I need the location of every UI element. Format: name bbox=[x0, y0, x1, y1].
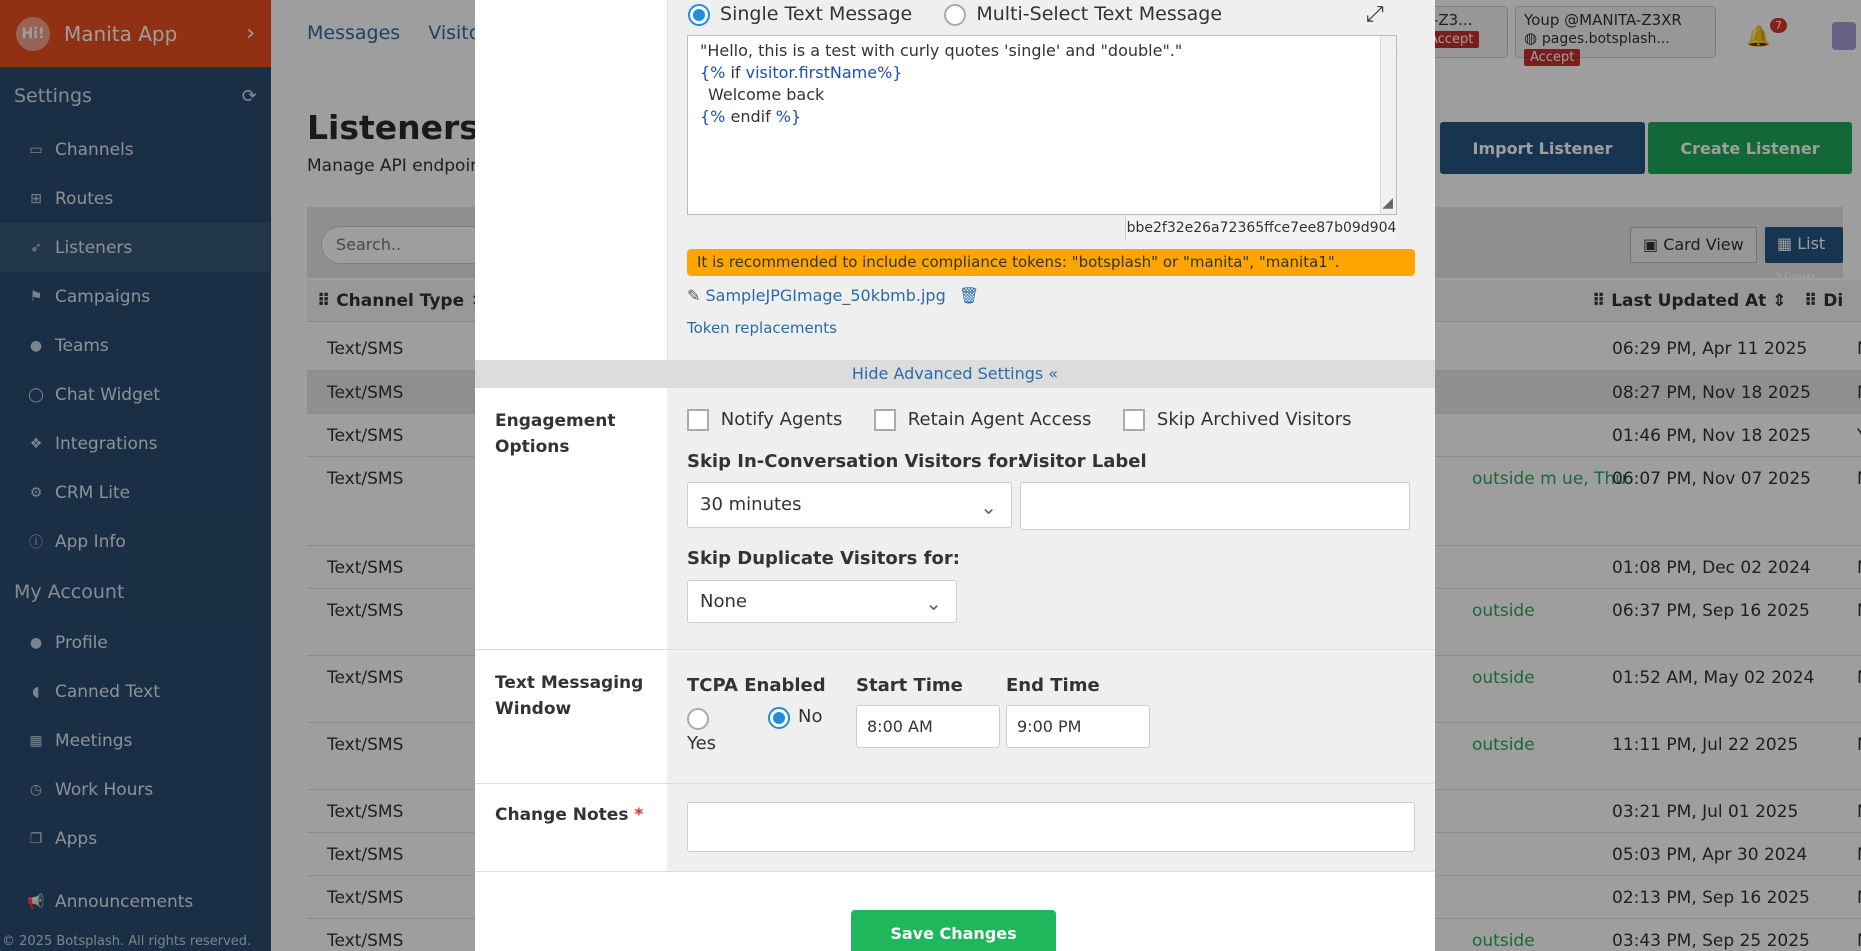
text-window-section: TCPA Enabled Yes No Start Time 8:00 AM E… bbox=[667, 650, 1435, 784]
token: visitor.firstName%} bbox=[745, 63, 903, 82]
tcpa-no-radio[interactable] bbox=[768, 707, 790, 729]
paperclip-icon: ✎ bbox=[687, 286, 701, 305]
single-text-label: Single Text Message bbox=[720, 3, 913, 25]
multi-select-label: Multi-Select Text Message bbox=[976, 3, 1223, 25]
attachment-row: ✎ SampleJPGImage_50kbmb.jpg 🗑 bbox=[687, 286, 979, 305]
tcpa-yes-label: Yes bbox=[687, 733, 717, 754]
edit-listener-modal: Single Text Message Multi-Select Text Me… bbox=[475, 0, 1435, 951]
change-notes-label: Change Notes bbox=[495, 805, 629, 825]
text-window-label: Text Messaging Window bbox=[475, 650, 667, 784]
single-text-radio[interactable] bbox=[688, 3, 710, 26]
start-time-input[interactable]: 8:00 AM bbox=[856, 705, 1000, 748]
notify-agents-label: Notify Agents bbox=[720, 409, 843, 430]
message-line: "Hello, this is a test with curly quotes… bbox=[700, 41, 1183, 60]
hide-advanced-label: Hide Advanced Settings bbox=[851, 364, 1044, 383]
visitor-label-label: Visitor Label bbox=[1019, 451, 1147, 472]
skip-archived-visitors-checkbox[interactable] bbox=[1123, 409, 1146, 431]
token: %} bbox=[775, 107, 802, 126]
skip-in-conv-select[interactable]: 30 minutes bbox=[687, 482, 1012, 529]
token: {% bbox=[700, 107, 726, 126]
attachment-link[interactable]: SampleJPGImage_50kbmb.jpg bbox=[706, 286, 946, 305]
message-textarea[interactable]: "Hello, this is a test with curly quotes… bbox=[687, 35, 1397, 215]
engagement-section: Notify Agents Retain Agent Access Skip A… bbox=[667, 388, 1435, 650]
expand-icon[interactable]: ⤢ bbox=[1366, 2, 1384, 27]
tcpa-label: TCPA Enabled bbox=[687, 675, 826, 696]
token-keyword: endif bbox=[725, 107, 776, 126]
tcpa-no-label: No bbox=[798, 706, 823, 727]
skip-dup-select[interactable]: None bbox=[687, 580, 957, 624]
message-hash: bbe2f32e26a72365ffce7ee87b09d904 bbox=[1125, 216, 1397, 240]
trash-icon[interactable]: 🗑 bbox=[959, 286, 979, 305]
retain-agent-access-checkbox[interactable] bbox=[874, 409, 897, 431]
scrollbar[interactable] bbox=[1380, 36, 1396, 214]
message-line: {% endif %} bbox=[700, 106, 1384, 128]
engagement-label: Engagement Options bbox=[475, 388, 667, 650]
token: {% bbox=[700, 63, 726, 82]
start-time-label: Start Time bbox=[856, 675, 963, 696]
token-replacements-link[interactable]: Token replacements bbox=[687, 319, 837, 337]
message-label-cell bbox=[475, 0, 667, 360]
skip-archived-label: Skip Archived Visitors bbox=[1156, 409, 1352, 430]
notify-agents-checkbox[interactable] bbox=[687, 409, 709, 431]
end-time-input[interactable]: 9:00 PM bbox=[1006, 705, 1150, 748]
chevron-up-icon: « bbox=[1048, 364, 1059, 383]
hide-advanced-settings-toggle[interactable]: Hide Advanced Settings « bbox=[475, 360, 1435, 388]
end-time-label: End Time bbox=[1006, 675, 1100, 696]
message-type-radios: Single Text Message Multi-Select Text Me… bbox=[688, 3, 1222, 26]
change-notes-input[interactable] bbox=[687, 802, 1415, 852]
change-notes-section bbox=[667, 784, 1435, 872]
retain-access-label: Retain Agent Access bbox=[907, 409, 1092, 430]
resize-handle-icon[interactable]: ◢ bbox=[1382, 192, 1393, 214]
change-notes-label-cell: Change Notes * bbox=[475, 784, 667, 872]
save-changes-button[interactable]: Save Changes bbox=[851, 910, 1056, 951]
compliance-warning: It is recommended to include compliance … bbox=[687, 249, 1415, 276]
visitor-label-input[interactable] bbox=[1020, 482, 1410, 530]
token-keyword: if bbox=[725, 63, 746, 82]
multi-select-radio[interactable] bbox=[944, 3, 967, 26]
engagement-checkboxes: Notify Agents Retain Agent Access Skip A… bbox=[687, 409, 1352, 431]
message-line: Welcome back bbox=[708, 85, 825, 104]
tcpa-yes-radio[interactable] bbox=[687, 708, 709, 730]
skip-dup-label: Skip Duplicate Visitors for: bbox=[687, 548, 960, 569]
message-line: {% if visitor.firstName%} bbox=[700, 62, 1384, 84]
required-marker: * bbox=[634, 805, 644, 825]
skip-in-conv-label: Skip In-Conversation Visitors for: bbox=[687, 451, 1025, 472]
